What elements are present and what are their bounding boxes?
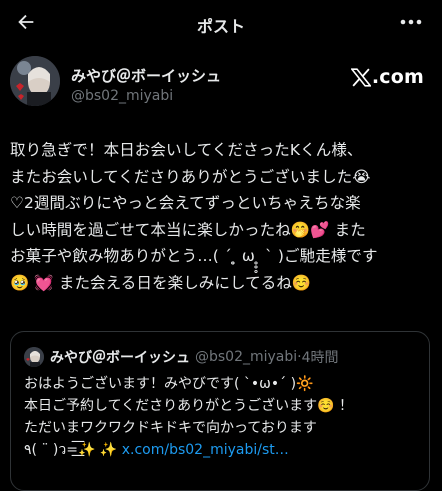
quoted-text: おはようございます！みやびです( ˋ•ω•ˊ )🔆 本日ご予約してくださりありが… xyxy=(24,373,424,461)
author-handle[interactable]: @bs02_miyabi xyxy=(71,88,173,104)
quoted-display-name[interactable]: みやび＠ボーイッシュ xyxy=(50,347,190,367)
quoted-avatar-image xyxy=(24,347,44,367)
quoted-handle[interactable]: @bs02_miyabi xyxy=(195,349,297,365)
x-com-label: .com xyxy=(371,66,424,88)
quoted-post[interactable]: みやび＠ボーイッシュ @bs02_miyabi · 4時間 おはようございます！… xyxy=(10,331,430,491)
x-logo-icon xyxy=(350,67,371,87)
quoted-link[interactable]: x.com/bs02_miyabi/st… xyxy=(122,442,289,458)
quoted-timestamp[interactable]: 4時間 xyxy=(302,347,339,367)
page-title: ポスト xyxy=(196,17,245,36)
more-options-button[interactable] xyxy=(398,10,424,34)
author-display-name[interactable]: みやび＠ボーイッシュ xyxy=(71,65,221,86)
quoted-post-header: みやび＠ボーイッシュ @bs02_miyabi · 4時間 xyxy=(24,346,339,368)
top-bar: ポスト xyxy=(0,0,442,46)
more-horizontal-icon xyxy=(400,19,422,25)
avatar[interactable] xyxy=(10,56,60,106)
post-author: みやび＠ボーイッシュ @bs02_miyabi .com xyxy=(10,56,430,112)
x-com-badge: .com xyxy=(350,66,424,88)
avatar-image xyxy=(10,56,60,106)
post-text: 取り急ぎで！本日お会いしてくださったKくん様、 またお会いしてくださりありがとう… xyxy=(10,141,378,292)
quoted-avatar[interactable] xyxy=(24,347,44,367)
